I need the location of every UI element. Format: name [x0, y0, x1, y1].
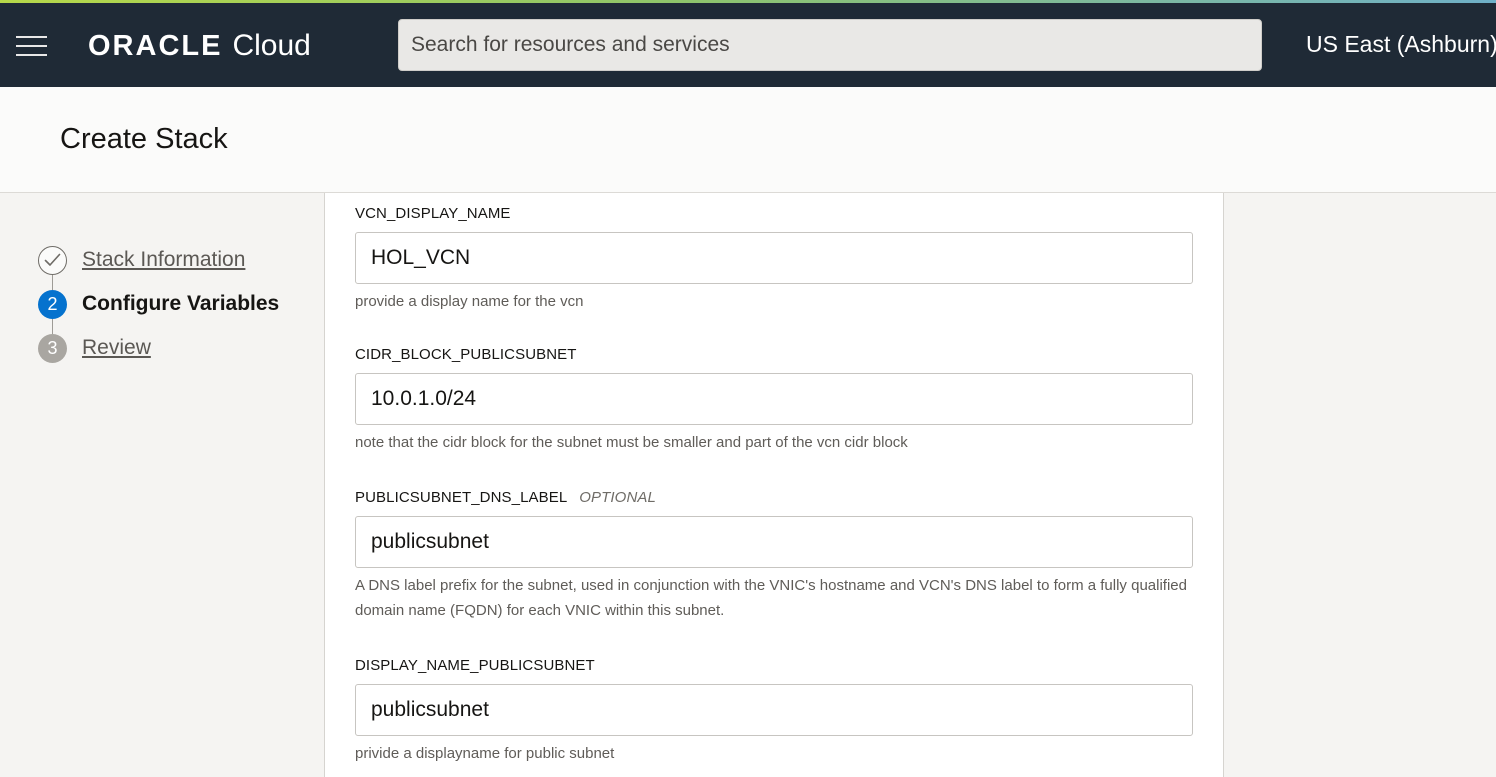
- step-label: Configure Variables: [82, 292, 280, 315]
- check-icon: [38, 245, 67, 275]
- field-label: PUBLICSUBNET_DNS_LABEL OPTIONAL: [355, 489, 656, 506]
- optional-tag: OPTIONAL: [579, 489, 656, 506]
- field-help-text: privide a displayname for public subnet: [355, 745, 615, 762]
- field-publicsubnet-dns-label: PUBLICSUBNET_DNS_LABEL OPTIONAL A DNS lab…: [355, 489, 1195, 623]
- search-input[interactable]: [398, 19, 1262, 71]
- region-selector[interactable]: US East (Ashburn): [1306, 31, 1496, 58]
- wizard-steps: Stack Information 2 Configure Variables …: [38, 238, 318, 370]
- subnet-display-name-input[interactable]: [355, 684, 1193, 736]
- dns-label-input[interactable]: [355, 516, 1193, 568]
- step-label[interactable]: Review: [82, 336, 151, 360]
- field-help-text: A DNS label prefix for the subnet, used …: [355, 577, 1187, 619]
- step-review[interactable]: 3 Review: [38, 326, 318, 370]
- field-label: VCN_DISPLAY_NAME: [355, 205, 511, 222]
- cidr-block-input[interactable]: [355, 373, 1193, 425]
- step-configure-variables: 2 Configure Variables: [38, 282, 318, 326]
- step-stack-information[interactable]: Stack Information: [38, 238, 318, 282]
- step-label[interactable]: Stack Information: [82, 248, 245, 272]
- step-number: 2: [38, 289, 67, 319]
- field-label: DISPLAY_NAME_PUBLICSUBNET: [355, 657, 595, 674]
- logo-product: Cloud: [232, 29, 311, 62]
- field-help-text: provide a display name for the vcn: [355, 293, 584, 310]
- page-title-bar: Create Stack: [0, 87, 1496, 193]
- field-vcn-display-name: VCN_DISPLAY_NAME provide a display name …: [355, 205, 1195, 314]
- step-number: 3: [38, 333, 67, 363]
- top-navigation-bar: ORACLE Cloud US East (Ashburn): [0, 3, 1496, 87]
- logo-brand: ORACLE: [88, 29, 223, 62]
- variables-form: VCN_DISPLAY_NAME provide a display name …: [324, 193, 1224, 777]
- field-label-text: PUBLICSUBNET_DNS_LABEL: [355, 489, 568, 506]
- vcn-display-name-input[interactable]: [355, 232, 1193, 284]
- field-cidr-block-publicsubnet: CIDR_BLOCK_PUBLICSUBNET note that the ci…: [355, 346, 1195, 455]
- field-label: CIDR_BLOCK_PUBLICSUBNET: [355, 346, 577, 363]
- field-help-text: note that the cidr block for the subnet …: [355, 434, 908, 451]
- hamburger-menu-icon[interactable]: [16, 34, 48, 58]
- page-title: Create Stack: [60, 123, 228, 155]
- field-display-name-publicsubnet: DISPLAY_NAME_PUBLICSUBNET privide a disp…: [355, 657, 1195, 766]
- oracle-cloud-logo[interactable]: ORACLE Cloud: [88, 27, 311, 65]
